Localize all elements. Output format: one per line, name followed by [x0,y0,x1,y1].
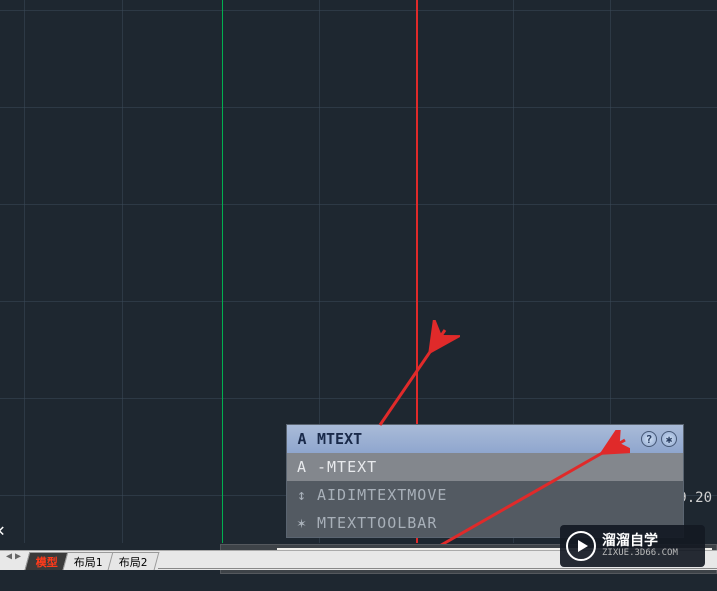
autocomplete-item[interactable]: ↕ AIDIMTEXTMOVE [287,481,683,509]
watermark-url: ZIXUE.3D66.COM [602,548,678,558]
y-axis-line [222,0,223,543]
autocomplete-item-label: MTEXTTOOLBAR [317,514,437,532]
watermark-title: 溜溜自学 [602,534,678,548]
watermark: 溜溜自学 ZIXUE.3D66.COM [560,525,705,567]
help-icon[interactable]: ? [641,431,657,447]
search-globe-icon[interactable]: ✱ [661,431,677,447]
autocomplete-item-label: -MTEXT [317,458,377,476]
autocomplete-selected-row[interactable]: A MTEXT ? ✱ [287,425,683,453]
tab-layout2[interactable]: 布局2 [107,552,158,570]
autocomplete-selected-label: MTEXT [317,430,362,448]
play-icon [566,531,596,561]
dimension-icon: ↕ [293,486,311,504]
command-autocomplete-panel: A MTEXT ? ✱ A -MTEXT ↕ AIDIMTEXTMOVE ✶ M… [286,424,684,538]
tab-scroll-left-icon[interactable]: ◀ [6,551,12,562]
gear-icon: ✶ [293,514,311,532]
autocomplete-item-label: AIDIMTEXTMOVE [317,486,447,504]
autocomplete-item[interactable]: A -MTEXT [287,453,683,481]
text-command-icon: A [293,430,311,448]
tab-layout1[interactable]: 布局1 [63,552,114,570]
text-command-icon: A [293,458,311,476]
close-icon[interactable]: ✕ [0,520,5,541]
tab-scroll-right-icon[interactable]: ▶ [15,551,21,562]
